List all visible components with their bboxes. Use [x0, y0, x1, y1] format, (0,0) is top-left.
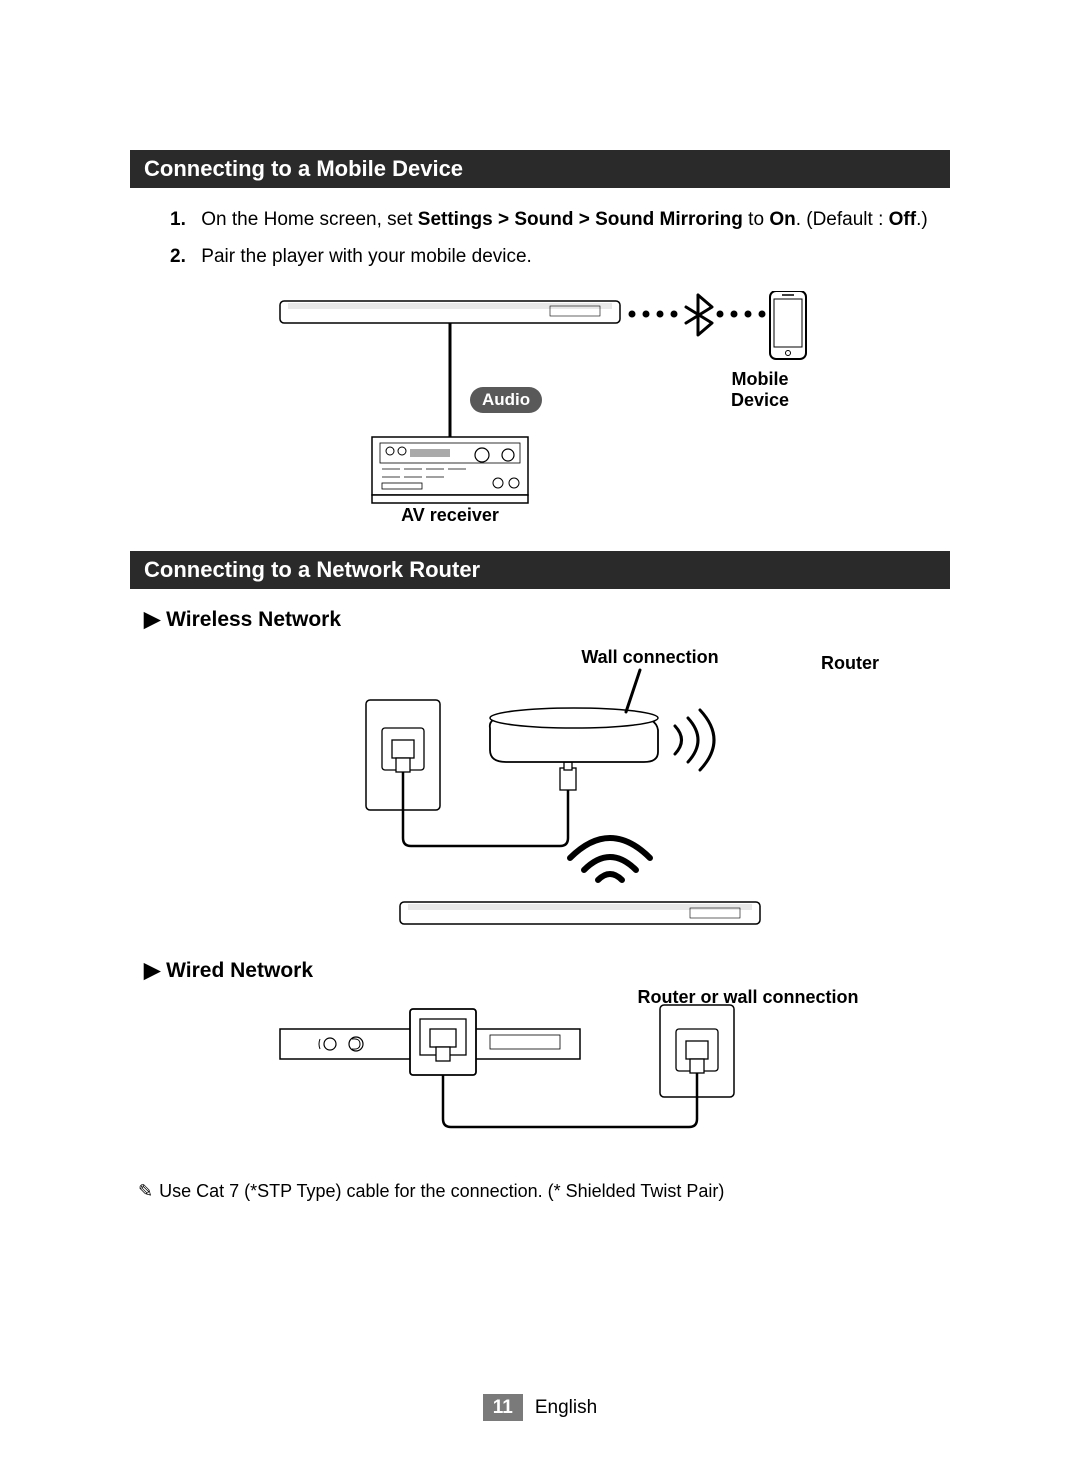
wall-connection-label: Wall connection — [560, 647, 740, 668]
heading-text: Wireless Network — [166, 608, 341, 631]
heading-text: Wired Network — [166, 959, 313, 982]
t: Settings > Sound > Sound Mirroring — [418, 209, 743, 230]
t: Off — [889, 209, 916, 230]
t: On — [769, 209, 795, 230]
step-number: 1. — [170, 206, 196, 235]
step-text: Pair the player with your mobile device. — [201, 246, 532, 267]
diagram-svg — [310, 668, 770, 928]
t: .) — [916, 209, 928, 230]
wireless-heading: ▶ Wireless Network — [144, 607, 950, 632]
t: . (Default : — [796, 209, 889, 230]
page-number: 11 — [483, 1394, 523, 1421]
bluetooth-icon — [686, 295, 712, 335]
triangle-icon: ▶ — [144, 959, 160, 982]
note-text: Use Cat 7 (*STP Type) cable for the conn… — [159, 1181, 724, 1201]
section-header-mobile: Connecting to a Mobile Device — [130, 150, 950, 188]
diagram-wireless — [310, 668, 770, 928]
step-1: 1. On the Home screen, set Settings > So… — [130, 206, 950, 235]
mobile-device-label: Mobile Device — [700, 369, 820, 411]
t: to — [743, 209, 769, 230]
section-header-router: Connecting to a Network Router — [130, 551, 950, 589]
wired-heading: ▶ Wired Network — [144, 958, 950, 983]
step-text: On the Home screen, set Settings > Sound… — [201, 209, 927, 230]
av-receiver-label: AV receiver — [372, 505, 528, 526]
triangle-icon: ▶ — [144, 608, 160, 631]
diagram-mobile-connection: Audio Mobile Device AV receiver — [270, 291, 810, 521]
step-2: 2. Pair the player with your mobile devi… — [130, 243, 950, 272]
t: On the Home screen, set — [201, 209, 418, 230]
audio-label-pill: Audio — [470, 387, 542, 413]
cable-note: ✎ Use Cat 7 (*STP Type) cable for the con… — [138, 1181, 950, 1202]
note-icon: ✎ — [138, 1181, 153, 1201]
step-number: 2. — [170, 243, 196, 272]
router-label: Router — [800, 653, 900, 674]
page-footer: 11 English — [0, 1397, 1080, 1419]
page-language: English — [535, 1397, 597, 1418]
diagram-svg — [270, 991, 810, 1151]
diagram-wired — [270, 991, 810, 1151]
